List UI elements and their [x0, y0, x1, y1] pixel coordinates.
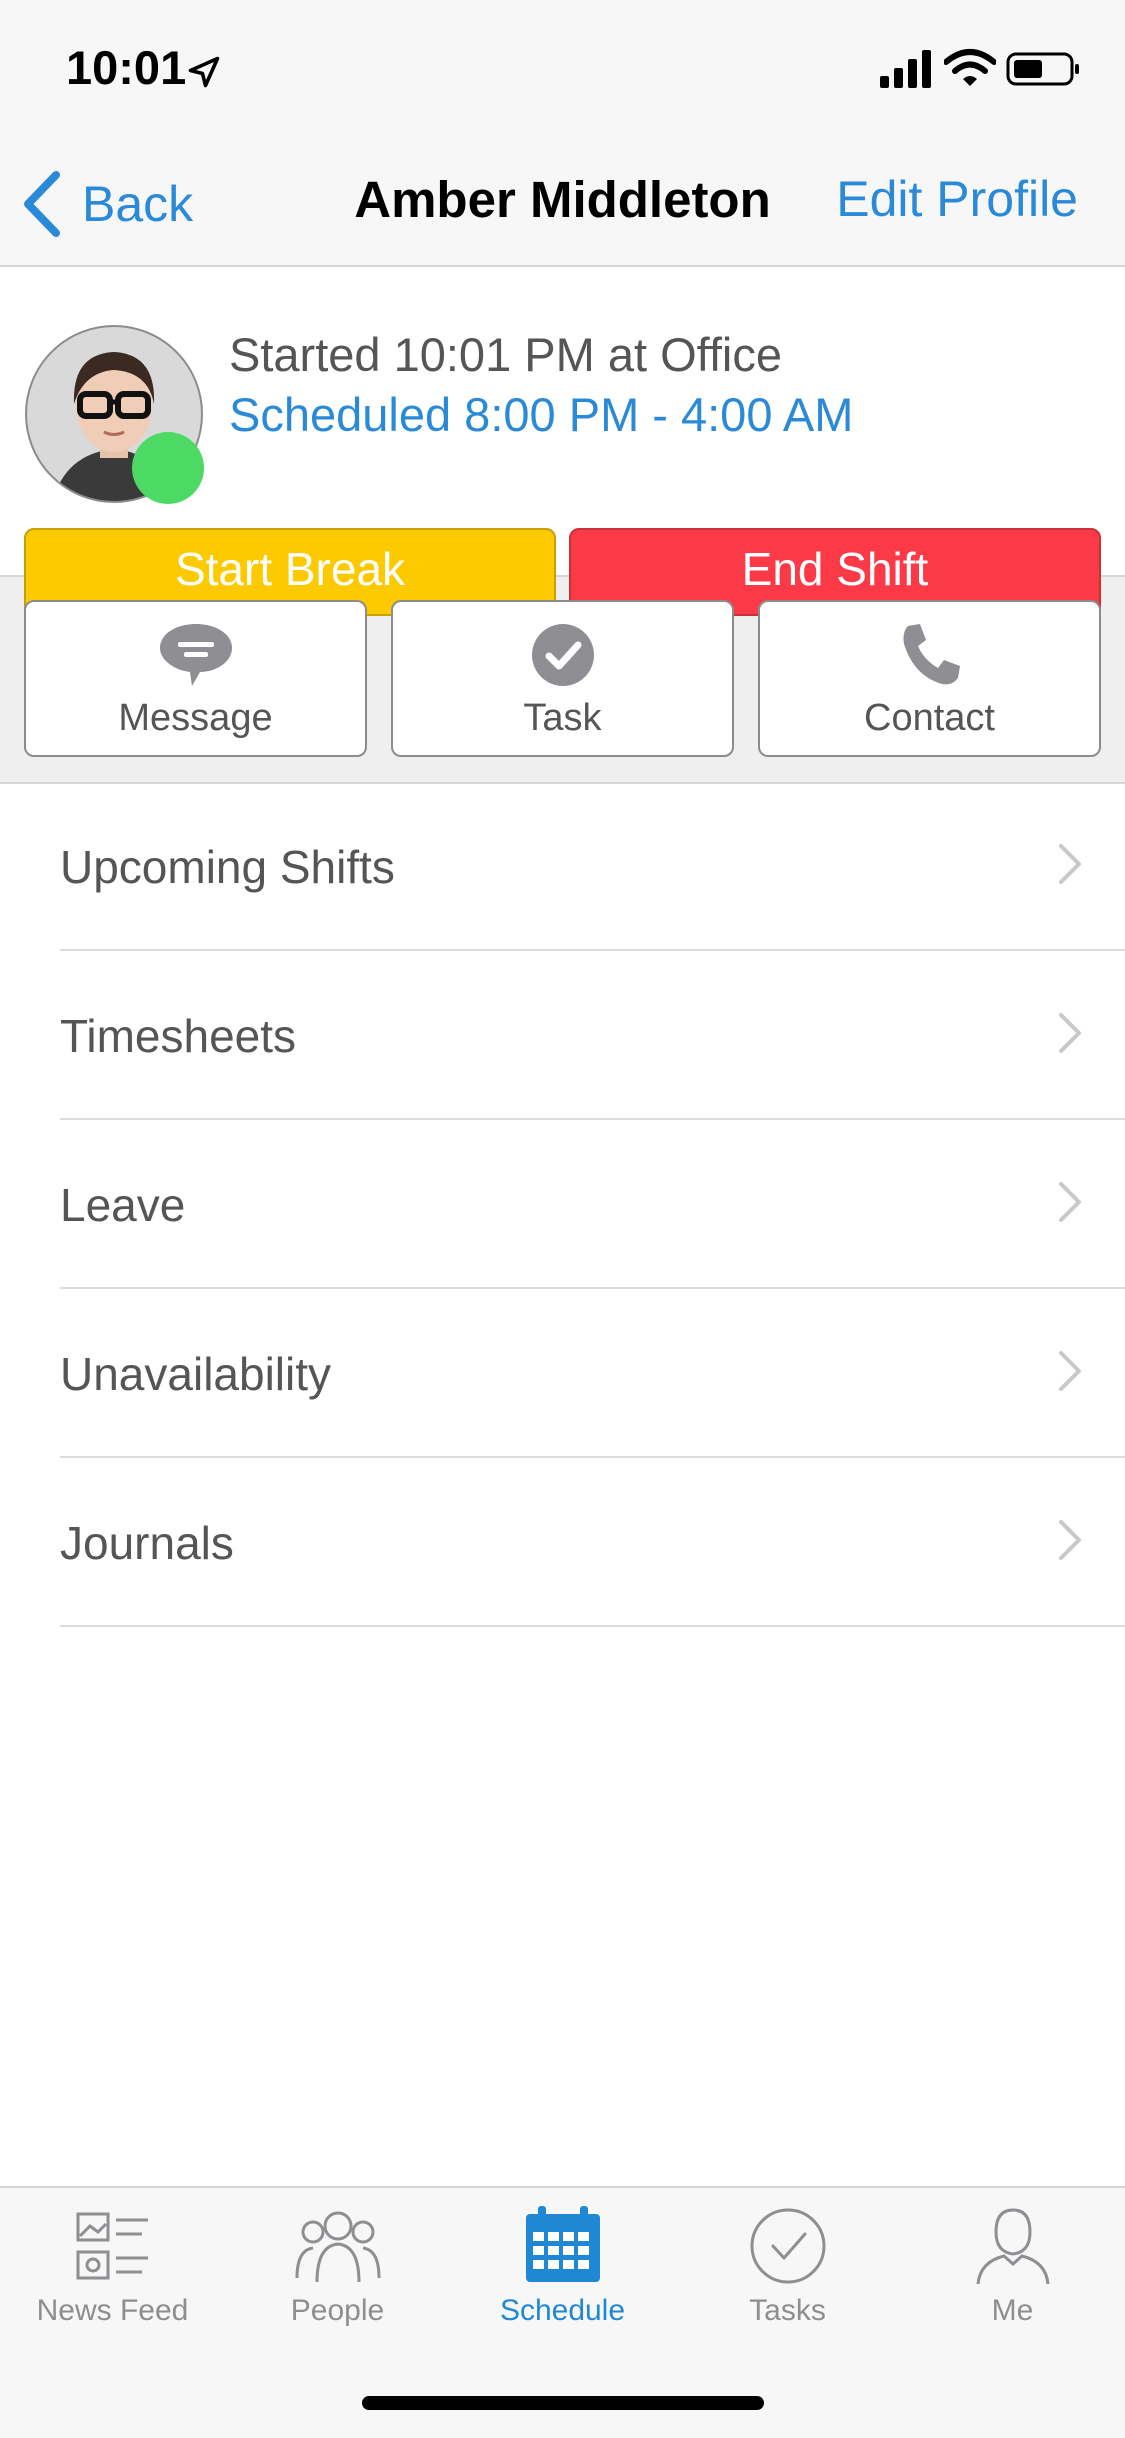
shift-started-text: Started 10:01 PM at Office — [229, 328, 782, 381]
tab-people[interactable]: People — [225, 2204, 450, 2344]
message-label: Message — [118, 697, 273, 739]
status-bar: 10:01 — [0, 0, 1125, 140]
menu-item-upcoming-shifts[interactable]: Upcoming Shifts — [60, 782, 1125, 951]
tab-label: Tasks — [749, 2294, 826, 2327]
status-time: 10:01 — [66, 41, 187, 94]
tab-me[interactable]: Me — [900, 2204, 1125, 2344]
home-indicator[interactable] — [362, 2396, 764, 2410]
menu-item-label: Unavailability — [60, 1348, 332, 1400]
menu-item-label: Timesheets — [60, 1010, 297, 1062]
menu-item-label: Leave — [60, 1179, 186, 1231]
wifi-icon — [944, 49, 996, 86]
end-shift-label: End Shift — [741, 543, 929, 595]
contact-label: Contact — [864, 697, 995, 739]
chevron-right-icon — [1059, 1013, 1081, 1053]
location-arrow-icon — [188, 56, 220, 88]
person-icon — [976, 2208, 1049, 2285]
signal-icon — [880, 50, 931, 88]
menu-item-label: Journals — [60, 1517, 234, 1569]
chevron-right-icon — [1059, 1182, 1081, 1222]
chevron-right-icon — [1059, 844, 1081, 884]
task-label: Task — [523, 697, 602, 739]
menu-item-leave[interactable]: Leave — [60, 1120, 1125, 1289]
menu-item-timesheets[interactable]: Timesheets — [60, 951, 1125, 1120]
back-button[interactable]: Back — [22, 164, 193, 244]
chevron-left-icon — [24, 171, 60, 237]
tab-label: People — [290, 2294, 385, 2327]
calendar-icon — [525, 2206, 600, 2282]
news-feed-icon — [76, 2212, 148, 2280]
tab-label: Me — [991, 2294, 1034, 2327]
tab-news-feed[interactable]: News Feed — [0, 2204, 225, 2344]
message-button[interactable]: Message — [24, 600, 367, 757]
tab-tasks[interactable]: Tasks — [675, 2204, 900, 2344]
back-label: Back — [82, 176, 194, 232]
menu-item-unavailability[interactable]: Unavailability — [60, 1289, 1125, 1458]
chevron-right-icon — [1059, 1351, 1081, 1391]
menu-item-label: Upcoming Shifts — [60, 841, 395, 893]
edit-profile-button[interactable]: Edit Profile — [836, 170, 1078, 228]
navigation-bar: Back Amber Middleton Edit Profile — [0, 140, 1125, 267]
menu-item-journals[interactable]: Journals — [60, 1458, 1125, 1627]
people-icon — [295, 2211, 380, 2283]
phone-icon — [903, 624, 960, 685]
check-circle-icon — [531, 624, 594, 686]
start-break-label: Start Break — [174, 543, 406, 595]
tasks-icon — [750, 2208, 825, 2284]
shift-scheduled-link[interactable]: Scheduled 8:00 PM - 4:00 AM — [229, 387, 853, 442]
profile-menu: Upcoming Shifts Timesheets Leave Unavail… — [0, 782, 1125, 1627]
tab-schedule[interactable]: Schedule — [450, 2204, 675, 2344]
tab-label: News Feed — [36, 2294, 189, 2327]
tab-label: Schedule — [499, 2294, 626, 2327]
avatar[interactable] — [24, 324, 204, 504]
battery-icon — [1006, 52, 1079, 86]
message-icon — [159, 624, 232, 686]
contact-button[interactable]: Contact — [758, 600, 1101, 757]
task-button[interactable]: Task — [391, 600, 734, 757]
chevron-right-icon — [1059, 1520, 1081, 1560]
